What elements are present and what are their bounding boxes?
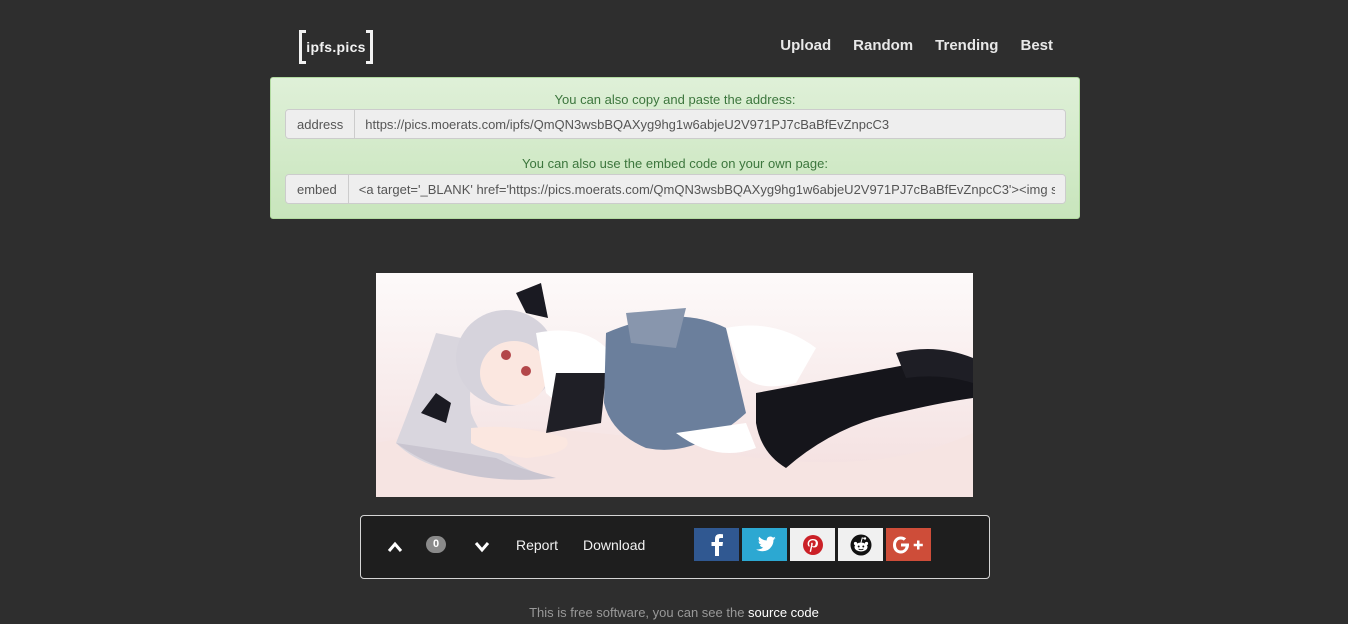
logo-text: ipfs.pics bbox=[306, 39, 366, 55]
source-code-link[interactable]: source code bbox=[748, 605, 819, 620]
share-buttons bbox=[694, 528, 931, 561]
upvote-icon[interactable] bbox=[385, 538, 405, 556]
address-hint: You can also copy and paste the address: bbox=[554, 92, 796, 107]
main-nav: Upload Random Trending Best bbox=[780, 37, 1053, 54]
embed-input-group: embed bbox=[285, 174, 1066, 204]
address-label: address bbox=[286, 110, 356, 138]
logo-bracket-left bbox=[299, 30, 306, 64]
picture-actions: 0 Report Download bbox=[360, 515, 990, 579]
google-plus-icon[interactable] bbox=[886, 528, 931, 561]
anime-illustration bbox=[376, 273, 973, 497]
downvote-icon[interactable] bbox=[472, 538, 492, 556]
nav-trending[interactable]: Trending bbox=[935, 37, 998, 54]
site-logo[interactable]: ipfs.pics bbox=[299, 30, 373, 64]
logo-bracket-right bbox=[366, 30, 373, 64]
report-link[interactable]: Report bbox=[516, 537, 558, 553]
twitter-icon[interactable] bbox=[742, 528, 787, 561]
main-picture[interactable] bbox=[376, 273, 973, 497]
facebook-icon[interactable] bbox=[694, 528, 739, 561]
embed-hint: You can also use the embed code on your … bbox=[522, 156, 828, 171]
nav-random[interactable]: Random bbox=[853, 37, 913, 54]
pinterest-icon[interactable] bbox=[790, 528, 835, 561]
embed-field[interactable] bbox=[348, 175, 1065, 203]
address-input-group: address bbox=[285, 109, 1066, 139]
footer-text: This is free software, you can see the bbox=[529, 605, 749, 620]
nav-best[interactable]: Best bbox=[1020, 37, 1053, 54]
embed-label: embed bbox=[286, 175, 349, 203]
vote-score-badge: 0 bbox=[426, 536, 446, 553]
footer: This is free software, you can see the s… bbox=[0, 605, 1348, 620]
reddit-icon[interactable] bbox=[838, 528, 883, 561]
address-field[interactable] bbox=[355, 110, 1065, 138]
share-panel: You can also copy and paste the address:… bbox=[270, 77, 1080, 219]
nav-upload[interactable]: Upload bbox=[780, 37, 831, 54]
download-link[interactable]: Download bbox=[583, 537, 645, 553]
